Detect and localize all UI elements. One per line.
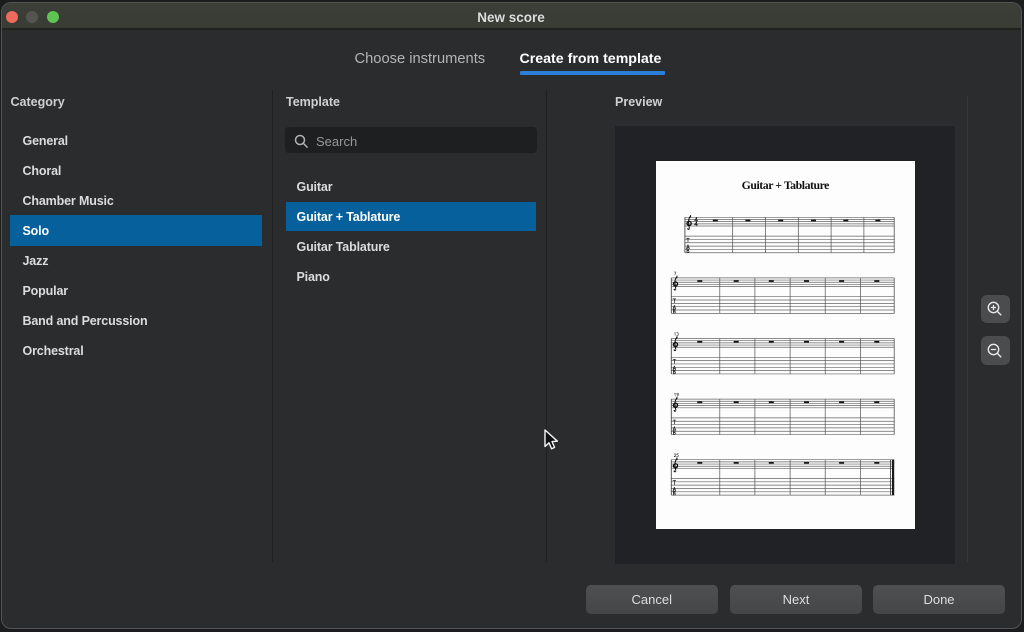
svg-text:Guitar + Tablature: Guitar + Tablature xyxy=(742,178,830,192)
